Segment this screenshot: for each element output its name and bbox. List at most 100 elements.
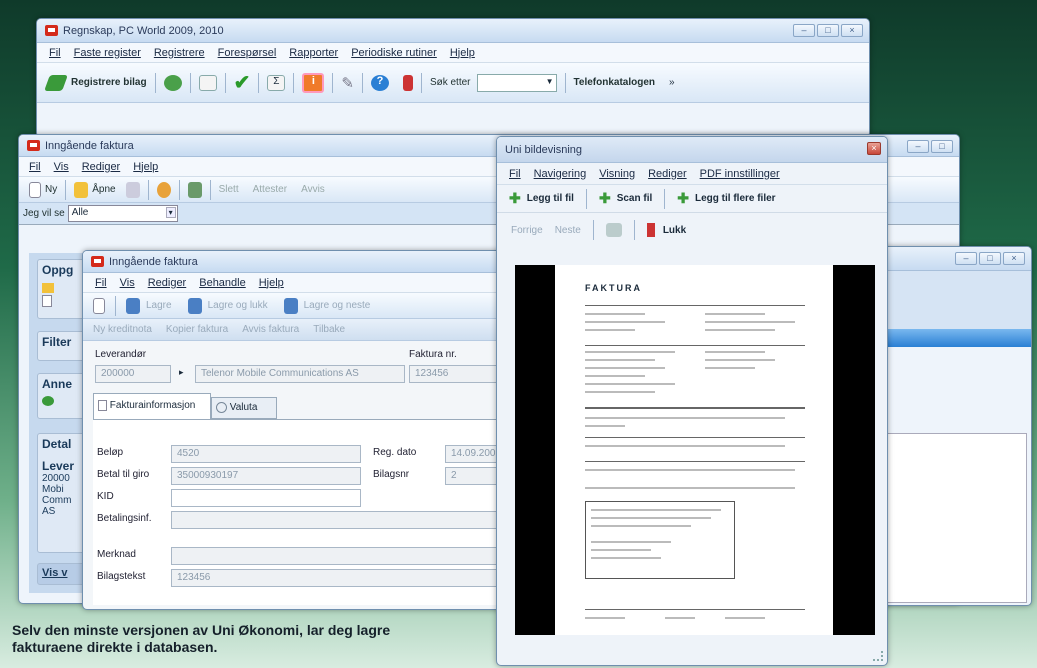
- new-icon: [29, 181, 41, 198]
- tasks-panel-title: Oppg: [42, 263, 74, 277]
- menu-vis[interactable]: Vis: [120, 277, 135, 289]
- copy-invoice-button[interactable]: Kopier faktura: [166, 324, 228, 335]
- doc-info-box: [585, 501, 735, 579]
- doc-text: [585, 469, 795, 471]
- document-viewport: FAKTURA: [515, 265, 875, 635]
- minimize-icon[interactable]: –: [793, 24, 815, 37]
- payment-info-field[interactable]: [171, 511, 511, 529]
- pin-icon[interactable]: ✎: [341, 74, 354, 92]
- menu-registrere[interactable]: Registrere: [154, 47, 205, 59]
- reject-button[interactable]: Avvis: [301, 184, 325, 195]
- doc-text: [585, 359, 655, 361]
- save-close-button[interactable]: Lagre og lukk: [208, 300, 268, 311]
- menu-rediger[interactable]: Rediger: [82, 161, 121, 173]
- invoice-detail-title: Inngående faktura: [109, 255, 198, 268]
- supplier-name-field[interactable]: Telenor Mobile Communications AS: [195, 365, 405, 383]
- filter-select[interactable]: Alle ▾: [67, 205, 178, 222]
- remark-field[interactable]: [171, 547, 511, 565]
- minimize-icon[interactable]: –: [907, 140, 929, 153]
- doc-rule: [585, 305, 805, 306]
- minimize-icon[interactable]: –: [955, 252, 977, 265]
- menu-fil[interactable]: Fil: [95, 277, 107, 289]
- menu-faste-register[interactable]: Faste register: [74, 47, 141, 59]
- menu-hjelp[interactable]: Hjelp: [450, 47, 475, 59]
- scan-file-button[interactable]: Scan fil: [617, 193, 653, 204]
- document-icon[interactable]: [198, 74, 217, 91]
- menu-fil[interactable]: Fil: [29, 161, 41, 173]
- phonebook-button[interactable]: Telefonkatalogen: [574, 77, 656, 88]
- resize-grip-icon[interactable]: [873, 651, 883, 661]
- more-icon[interactable]: »: [669, 77, 675, 88]
- kid-field[interactable]: [171, 489, 361, 507]
- register-button[interactable]: Registrere bilag: [71, 77, 147, 88]
- menu-hjelp[interactable]: Hjelp: [259, 277, 284, 289]
- refresh-icon[interactable]: [163, 74, 182, 91]
- next-button[interactable]: Neste: [555, 225, 581, 236]
- main-toolbar: Registrere bilag ✔ Σ i ✎ ? Søk etter ▼ T…: [37, 63, 869, 103]
- menu-periodiske-rutiner[interactable]: Periodiske rutiner: [351, 47, 437, 59]
- export-icon[interactable]: [187, 181, 202, 198]
- menu-hjelp[interactable]: Hjelp: [133, 161, 158, 173]
- maximize-icon[interactable]: □: [817, 24, 839, 37]
- person-icon[interactable]: [156, 181, 171, 198]
- giro-field[interactable]: 35000930197: [171, 467, 361, 485]
- maximize-icon[interactable]: □: [931, 140, 953, 153]
- maximize-icon[interactable]: □: [979, 252, 1001, 265]
- menu-rediger[interactable]: Rediger: [148, 277, 187, 289]
- amount-field[interactable]: 4520: [171, 445, 361, 463]
- save-next-button[interactable]: Lagre og neste: [304, 300, 371, 311]
- doc-text: [591, 557, 661, 559]
- save-button[interactable]: Lagre: [146, 300, 172, 311]
- reject-invoice-button[interactable]: Avvis faktura: [242, 324, 299, 335]
- tab-invoice-info[interactable]: Fakturainformasjon: [93, 393, 211, 419]
- print-icon[interactable]: [125, 181, 140, 198]
- invoice-detail-toolbar1: Lagre Lagre og lukk Lagre og neste: [83, 293, 521, 319]
- checkmark-icon[interactable]: ✔: [234, 70, 251, 95]
- app-icon: [91, 256, 104, 267]
- search-input[interactable]: ▼: [476, 73, 557, 92]
- delete-button[interactable]: Slett: [219, 184, 239, 195]
- menu-pdf-settings[interactable]: PDF innstillinger: [700, 168, 780, 180]
- attest-button[interactable]: Attester: [253, 184, 287, 195]
- voucher-text-field[interactable]: 123456: [171, 569, 511, 587]
- previous-button[interactable]: Forrige: [511, 225, 543, 236]
- menu-fil[interactable]: Fil: [49, 47, 61, 59]
- dropdown-arrow-icon[interactable]: ▼: [546, 77, 554, 86]
- tab-currency[interactable]: Valuta: [211, 397, 277, 419]
- main-window-titlebar[interactable]: Regnskap, PC World 2009, 2010 – □ ×: [37, 19, 869, 43]
- dropdown-arrow-icon[interactable]: ▾: [165, 207, 176, 218]
- currency-icon: [216, 402, 227, 413]
- add-files-button[interactable]: Legg til flere filer: [695, 193, 776, 204]
- close-icon[interactable]: ×: [841, 24, 863, 37]
- exit-icon[interactable]: [402, 74, 413, 91]
- menu-navigering[interactable]: Navigering: [534, 168, 587, 180]
- sum-icon[interactable]: Σ: [267, 74, 286, 91]
- close-icon[interactable]: ×: [867, 142, 881, 155]
- menu-foresporsel[interactable]: Forespørsel: [218, 47, 277, 59]
- close-viewer-button[interactable]: Lukk: [663, 225, 686, 236]
- open-button[interactable]: Åpne: [92, 184, 115, 195]
- supplier-number-field[interactable]: 200000: [95, 365, 171, 383]
- doc-rule: [585, 461, 805, 462]
- new-button[interactable]: Ny: [45, 184, 57, 195]
- info-icon[interactable]: i: [302, 72, 325, 93]
- credit-note-button[interactable]: Ny kreditnota: [93, 324, 152, 335]
- new-icon[interactable]: [93, 297, 105, 314]
- back-button[interactable]: Tilbake: [313, 324, 345, 335]
- menu-fil[interactable]: Fil: [509, 168, 521, 180]
- menu-visning[interactable]: Visning: [599, 168, 635, 180]
- help-icon[interactable]: ?: [370, 74, 389, 91]
- close-icon[interactable]: ×: [1003, 252, 1025, 265]
- menu-rapporter[interactable]: Rapporter: [289, 47, 338, 59]
- menu-rediger[interactable]: Rediger: [648, 168, 687, 180]
- invoice-detail-titlebar[interactable]: Inngående faktura: [83, 251, 521, 273]
- add-files-icon: ✚: [677, 190, 689, 206]
- image-viewer-titlebar[interactable]: Uni bildevisning ×: [497, 137, 887, 163]
- add-file-icon: ✚: [509, 190, 521, 206]
- add-file-button[interactable]: Legg til fil: [527, 193, 574, 204]
- menu-behandle[interactable]: Behandle: [199, 277, 246, 289]
- menu-vis[interactable]: Vis: [54, 161, 69, 173]
- print-icon[interactable]: [605, 223, 622, 237]
- lookup-icon[interactable]: ▸: [179, 367, 184, 378]
- main-window-title: Regnskap, PC World 2009, 2010: [63, 24, 224, 37]
